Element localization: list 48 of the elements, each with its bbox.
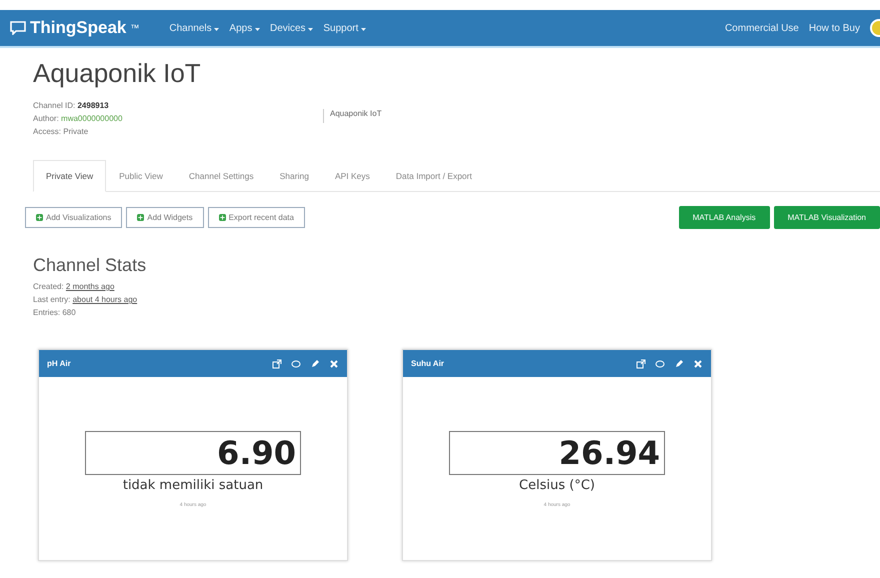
tab[interactable]: Channel Settings — [176, 160, 267, 192]
tab[interactable]: Public View — [106, 160, 176, 192]
external-link-icon[interactable] — [272, 358, 282, 368]
matlab-button[interactable]: MATLAB Visualization — [774, 206, 880, 229]
plus-icon — [137, 214, 144, 221]
tab[interactable]: Data Import / Export — [382, 160, 485, 192]
nav-menu[interactable]: Support — [323, 22, 366, 34]
nav-link[interactable]: Commercial Use — [724, 22, 799, 34]
action-button[interactable]: Export recent data — [208, 207, 305, 228]
tab[interactable]: Private View — [33, 160, 106, 192]
pencil-icon[interactable] — [674, 358, 684, 368]
matlab-button[interactable]: MATLAB Analysis — [678, 206, 770, 229]
numeric-display: 26.94 — [449, 431, 665, 475]
thingspeak-logo[interactable]: ThingSpeak $^{™}$ — [10, 18, 140, 38]
comment-icon[interactable] — [291, 358, 301, 368]
tab[interactable]: API Keys — [322, 160, 383, 192]
unit-label: tidak memiliki satuan — [122, 478, 264, 493]
nav-menu[interactable]: Devices — [270, 22, 314, 34]
entries-line: Entries: 680 — [33, 307, 77, 319]
channel-description: Aquaponik IoT — [323, 109, 382, 123]
unit-label: Celsius (°C) — [519, 478, 595, 493]
caret-icon — [361, 28, 366, 30]
tab[interactable]: Sharing — [266, 160, 322, 192]
plus-icon — [218, 214, 226, 221]
access-line: Access: Private — [33, 126, 90, 138]
last-entry-line: Last entry: about 4 hours ago — [33, 294, 138, 306]
caret-icon — [308, 28, 314, 30]
comment-icon[interactable] — [655, 358, 665, 368]
channel-id: Channel ID: 2498913 — [33, 100, 110, 112]
caret-icon — [214, 28, 220, 30]
close-icon[interactable] — [329, 358, 339, 368]
action-button[interactable]: Add Widgets — [126, 207, 204, 228]
external-link-icon[interactable] — [636, 358, 646, 368]
nav-menu[interactable]: Channels — [169, 22, 220, 34]
caret-icon — [254, 28, 260, 30]
numeric-display: 6.90 — [85, 431, 301, 475]
widget-title: pH Air — [47, 359, 71, 368]
widget-title: Suhu Air — [411, 359, 444, 368]
action-button[interactable]: Add Visualizations — [25, 207, 122, 228]
plus-icon — [36, 214, 43, 221]
close-icon[interactable] — [693, 358, 703, 368]
pencil-icon[interactable] — [310, 358, 320, 368]
created-line: Created: 2 months ago — [33, 281, 116, 293]
channel-title: Aquaponik IoT — [33, 58, 202, 89]
nav-link[interactable]: How to Buy — [808, 22, 860, 34]
nav-menu[interactable]: Apps — [229, 22, 260, 34]
stats-title: Channel Stats — [33, 255, 148, 276]
author-line: Author: mwa0000000000 — [33, 113, 124, 125]
